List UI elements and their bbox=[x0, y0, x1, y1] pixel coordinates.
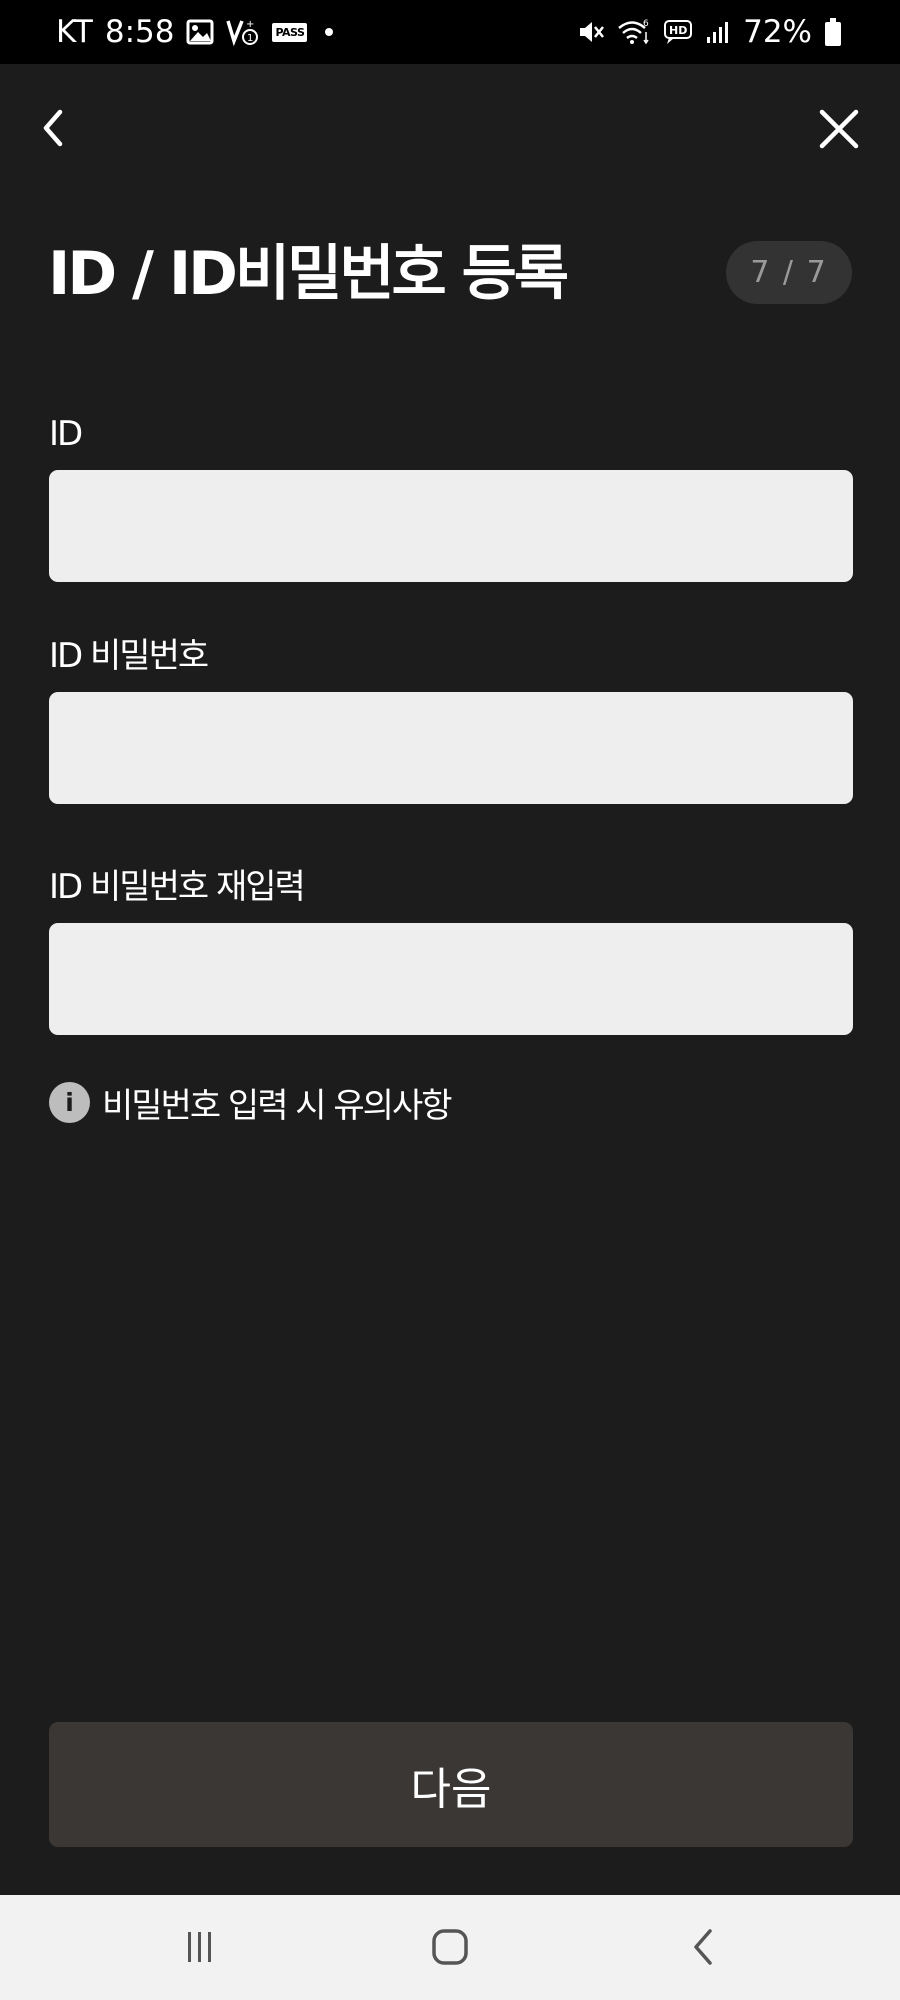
system-back-button[interactable] bbox=[682, 1925, 726, 1969]
vpn-icon: 1 + bbox=[226, 17, 260, 47]
status-bar: KT 8:58 1 + PASS 6 HD 72% bbox=[0, 0, 900, 64]
password-notice-link[interactable]: i 비밀번호 입력 시 유의사항 bbox=[49, 1080, 453, 1126]
chevron-left-icon bbox=[43, 109, 63, 147]
status-bar-right: 6 HD 72% bbox=[577, 14, 842, 50]
battery-icon bbox=[824, 17, 842, 47]
signal-icon bbox=[705, 19, 731, 45]
page-title: ID / ID비밀번호 등록 bbox=[48, 239, 569, 309]
hd-icon: HD bbox=[663, 18, 693, 46]
close-button[interactable] bbox=[816, 104, 862, 152]
mute-icon bbox=[577, 18, 605, 46]
clock: 8:58 bbox=[104, 14, 175, 50]
image-icon bbox=[186, 19, 214, 45]
password-notice-text: 비밀번호 입력 시 유의사항 bbox=[102, 1085, 453, 1126]
svg-text:6: 6 bbox=[643, 19, 649, 29]
id-input[interactable] bbox=[49, 470, 853, 582]
wifi-icon: 6 bbox=[617, 18, 651, 46]
home-button[interactable] bbox=[428, 1925, 472, 1969]
next-button[interactable]: 다음 bbox=[49, 1722, 853, 1847]
password-label: ID 비밀번호 bbox=[49, 636, 209, 676]
app-header bbox=[0, 64, 900, 194]
step-indicator: 7 / 7 bbox=[726, 241, 852, 304]
status-bar-left: KT 8:58 1 + PASS bbox=[56, 14, 339, 50]
password-input[interactable] bbox=[49, 692, 853, 804]
recent-apps-icon bbox=[188, 1932, 211, 1962]
battery-percent: 72% bbox=[743, 14, 812, 50]
home-icon bbox=[432, 1929, 468, 1965]
back-button[interactable] bbox=[34, 104, 74, 152]
info-icon: i bbox=[49, 1081, 90, 1123]
id-label: ID bbox=[49, 414, 83, 454]
carrier-label: KT bbox=[56, 14, 93, 50]
system-nav-bar bbox=[0, 1895, 900, 2000]
svg-text:1: 1 bbox=[247, 33, 253, 44]
password-confirm-label: ID 비밀번호 재입력 bbox=[49, 867, 306, 907]
recent-apps-button[interactable] bbox=[178, 1925, 222, 1969]
svg-text:+: + bbox=[246, 19, 254, 30]
password-confirm-input[interactable] bbox=[49, 923, 853, 1035]
back-icon bbox=[694, 1929, 712, 1965]
close-icon bbox=[819, 109, 859, 149]
dot-icon bbox=[319, 22, 339, 42]
pass-icon: PASS bbox=[272, 22, 308, 42]
svg-text:HD: HD bbox=[669, 24, 687, 37]
